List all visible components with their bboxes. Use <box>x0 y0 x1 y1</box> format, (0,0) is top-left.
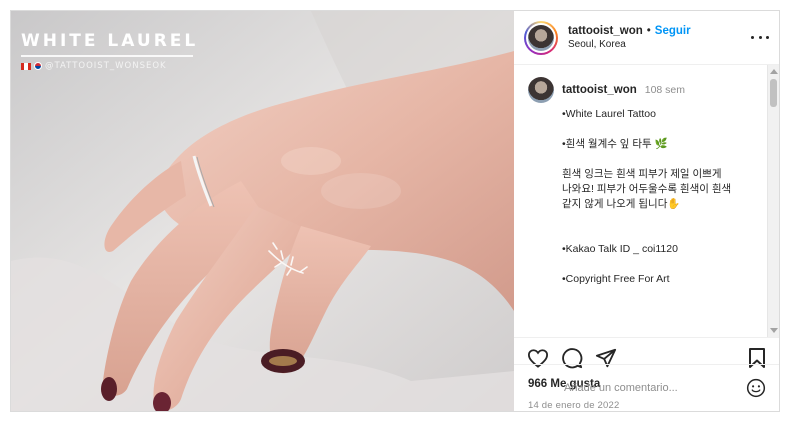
avatar-image <box>528 24 554 51</box>
watermark-handle-row: @TATTOOIST_WONSEOK <box>21 61 167 71</box>
separator-dot: • <box>646 25 651 37</box>
hand-emoji-icon: ✋ <box>667 198 681 210</box>
watermark-divider <box>21 55 193 57</box>
caption-line: •Kakao Talk ID _ coi1120 <box>562 243 678 255</box>
post-photo[interactable]: WHITE LAUREL @TATTOOIST_WONSEOK <box>11 11 514 411</box>
caption-line: •Copyright Free For Art <box>562 273 670 285</box>
comments-section[interactable]: tattooist_won 108 sem •White Laurel Tatt… <box>514 65 779 337</box>
add-comment-bar <box>514 364 779 411</box>
post-sidebar: tattooist_won • Seguir Seoul, Korea tatt… <box>514 11 779 411</box>
author-avatar[interactable] <box>524 20 558 55</box>
scroll-thumb[interactable] <box>770 79 777 107</box>
emoji-icon[interactable] <box>745 377 767 399</box>
more-options-icon[interactable] <box>751 29 769 45</box>
caption-time[interactable]: 108 sem <box>645 84 685 96</box>
caption-header: tattooist_won 108 sem <box>528 77 759 103</box>
post-location[interactable]: Seoul, Korea <box>568 39 691 50</box>
caption-avatar[interactable] <box>528 77 554 103</box>
canada-flag-icon <box>21 62 31 70</box>
scroll-down-arrow-icon[interactable] <box>770 328 778 333</box>
leaf-emoji-icon: 🌿 <box>654 138 668 150</box>
caption-line: 흰색 잉크는 흰색 피부가 제일 이쁘게 나와요! 피부가 어두울수록 흰색이 … <box>562 168 732 210</box>
author-username[interactable]: tattooist_won <box>568 25 643 37</box>
watermark-handle: @TATTOOIST_WONSEOK <box>45 61 167 71</box>
scroll-up-arrow-icon[interactable] <box>770 69 778 74</box>
post-header: tattooist_won • Seguir Seoul, Korea <box>514 11 779 65</box>
follow-button[interactable]: Seguir <box>655 25 691 37</box>
comment-input[interactable] <box>564 382 745 394</box>
korea-flag-icon <box>34 62 42 70</box>
caption-line: •흰색 월계수 잎 타투 🌿 <box>562 138 668 150</box>
caption-username[interactable]: tattooist_won <box>562 84 637 96</box>
post-modal: WHITE LAUREL @TATTOOIST_WONSEOK tattoois… <box>10 10 780 412</box>
caption-text: •White Laurel Tattoo •흰색 월계수 잎 타투 🌿 흰색 잉… <box>562 107 759 287</box>
watermark-title: WHITE LAUREL <box>21 31 199 51</box>
comments-scrollbar[interactable] <box>767 65 779 337</box>
caption-line: •White Laurel Tattoo <box>562 108 656 120</box>
hand-tattoo-image <box>11 11 514 411</box>
